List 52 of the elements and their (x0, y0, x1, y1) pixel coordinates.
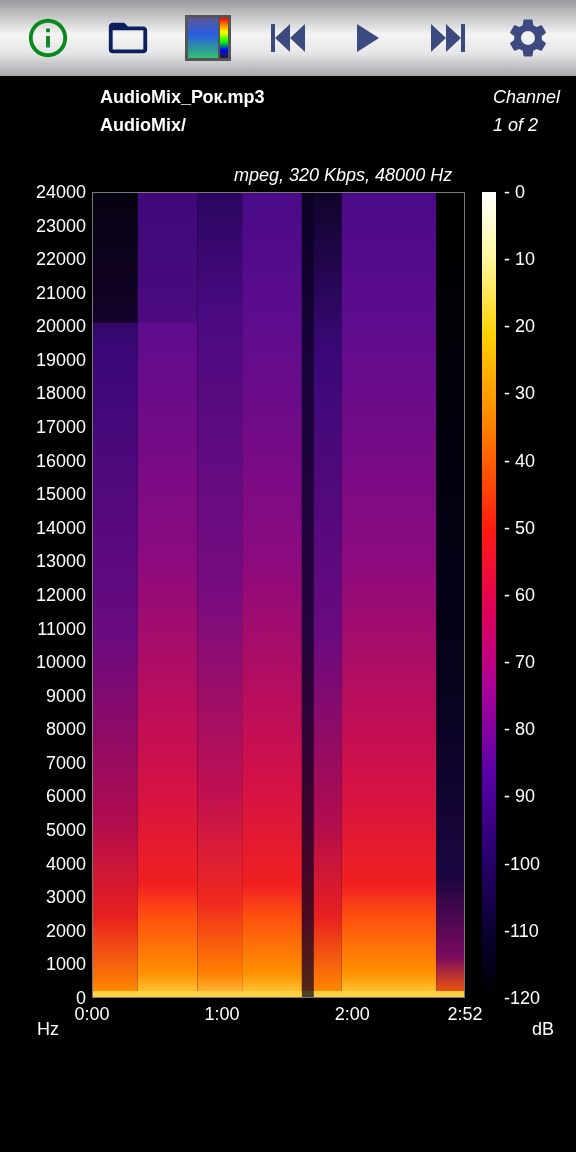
frequency-tick-label: 10000 (35, 652, 86, 673)
decibel-tick-label: - 60 (504, 584, 537, 605)
decibel-tick-label: - 0 (504, 182, 526, 202)
frequency-tick-label: 24000 (35, 182, 86, 202)
frequency-tick-label: 22000 (35, 249, 86, 270)
frequency-tick-label: 5000 (45, 820, 86, 840)
frequency-tick-label: 7000 (45, 752, 86, 773)
frequency-tick-label: 20000 (35, 316, 86, 337)
decibel-tick-label: - 80 (504, 719, 537, 740)
frequency-tick-label: 19000 (35, 349, 86, 370)
channel-value: 1 of 2 (492, 114, 538, 136)
decibel-tick-label: - 50 (504, 517, 537, 538)
time-tick-label: 2:52 (447, 1004, 483, 1024)
format-info: mpeg, 320 Kbps, 48000 Hz (234, 164, 453, 186)
time-tick-label: 2:00 (334, 1004, 370, 1024)
frequency-tick-label: 23000 (35, 215, 86, 236)
frequency-tick-label: 1000 (45, 954, 86, 975)
decibel-tick-label: - 30 (504, 383, 537, 404)
decibel-tick-label: -120 (504, 987, 541, 1008)
frequency-tick-label: 12000 (35, 584, 86, 605)
decibel-unit: dB (531, 1018, 554, 1040)
decibel-tick-label: - 40 (504, 450, 537, 471)
spectrum-view-button[interactable] (184, 14, 232, 62)
play-icon[interactable] (357, 24, 379, 52)
frequency-tick-label: 18000 (35, 383, 86, 404)
frequency-tick-label: 8000 (45, 719, 86, 740)
frequency-tick-label: 16000 (35, 450, 86, 471)
decibel-tick-label: - 10 (504, 249, 537, 270)
frequency-tick-label: 6000 (45, 786, 86, 807)
skip-previous-icon[interactable] (271, 24, 305, 52)
frequency-tick-label: 17000 (35, 417, 86, 438)
frequency-unit: Hz (37, 1018, 59, 1040)
decibel-tick-label: -100 (504, 853, 541, 874)
decibel-tick-label: - 20 (504, 316, 537, 337)
channel-label: Channel (492, 86, 560, 108)
skip-next-icon[interactable] (431, 24, 465, 52)
decibel-tick-label: -110 (504, 920, 540, 941)
time-tick-label: 1:00 (204, 1004, 240, 1024)
file-name: AudioMix_Рок.mp3 (100, 86, 265, 108)
frequency-tick-label: 13000 (35, 551, 86, 572)
frequency-tick-label: 15000 (35, 484, 86, 505)
frequency-tick-label: 9000 (45, 685, 86, 706)
frequency-tick-label: 3000 (45, 887, 86, 908)
folder-name: AudioMix/ (100, 114, 187, 136)
frequency-tick-label: 2000 (45, 920, 86, 941)
decibel-tick-label: - 90 (504, 786, 537, 807)
frequency-tick-label: 21000 (35, 282, 86, 303)
frequency-tick-label: 11000 (37, 618, 86, 639)
spectrum-thumbnail-icon (185, 15, 231, 61)
decibel-tick-label: - 70 (504, 652, 537, 673)
frequency-tick-label: 4000 (45, 853, 86, 874)
frequency-tick-label: 14000 (35, 517, 86, 538)
